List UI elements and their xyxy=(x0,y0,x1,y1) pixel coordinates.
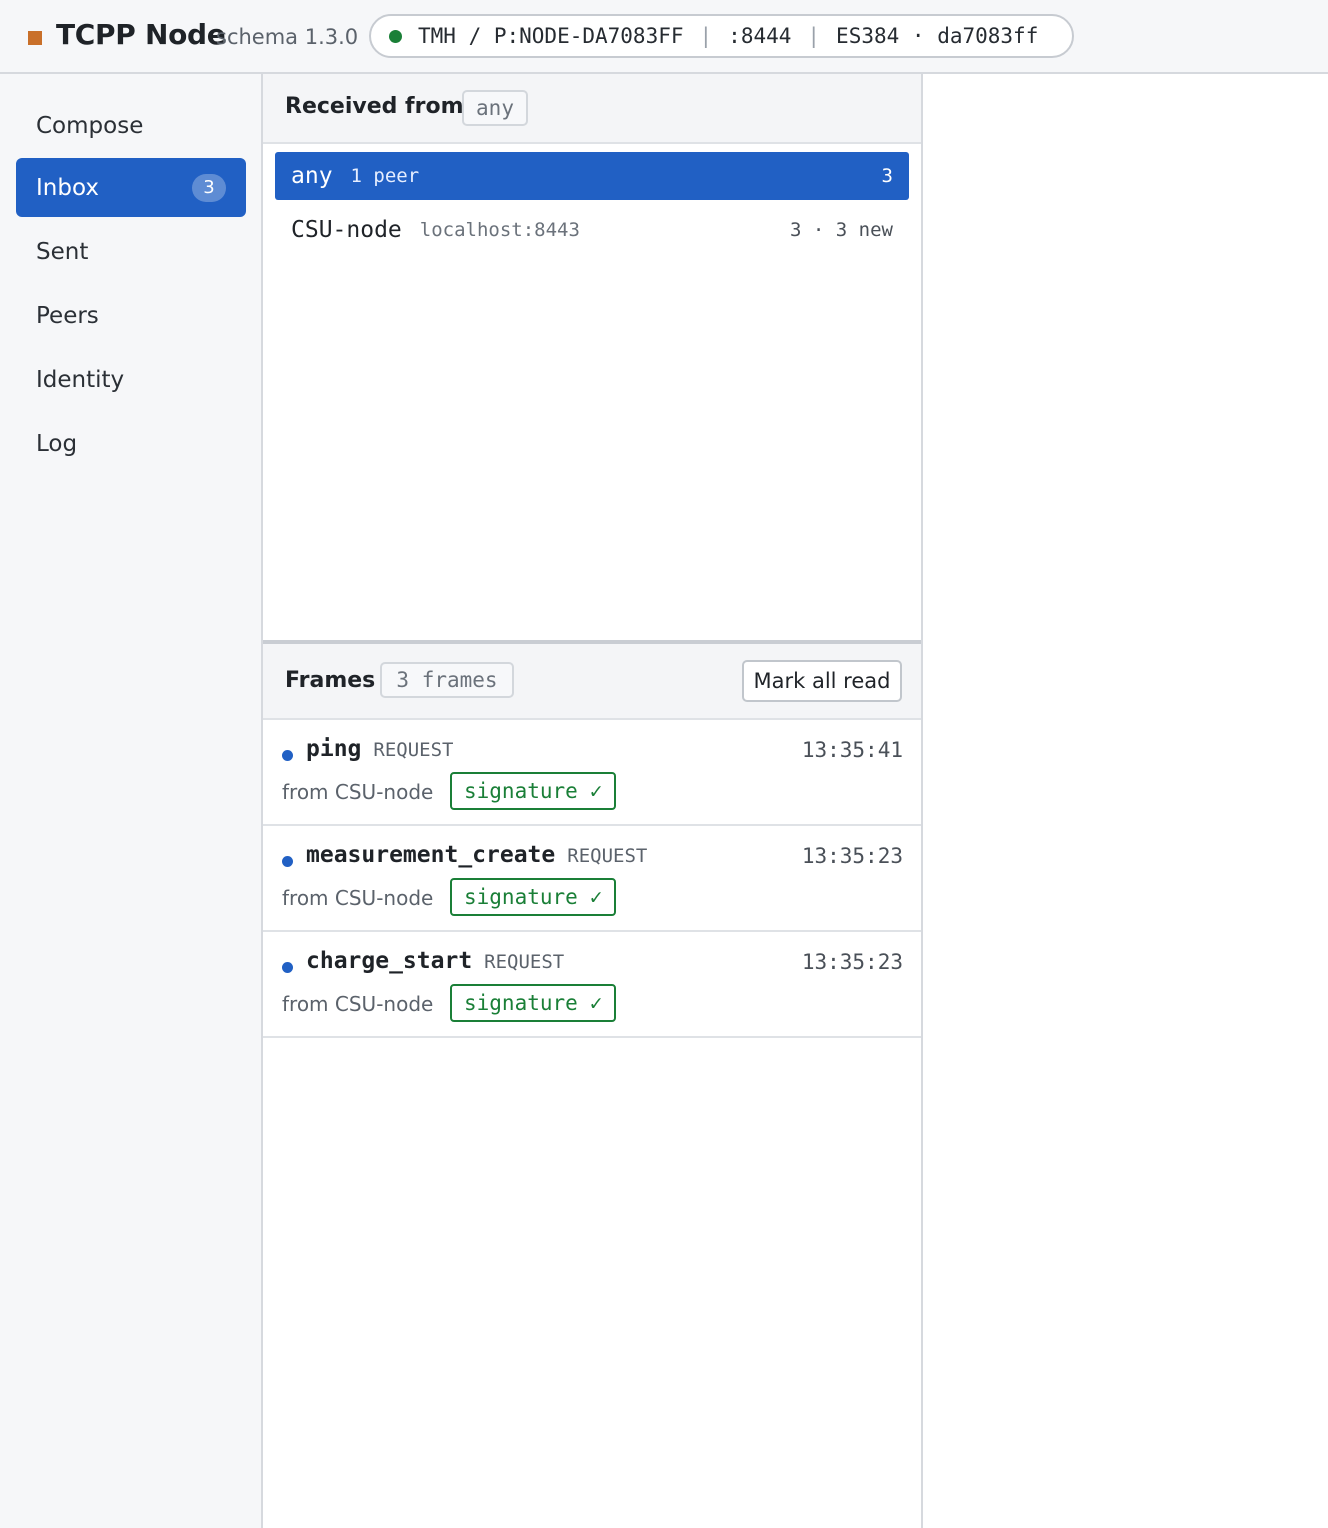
signature-label: signature xyxy=(464,991,578,1015)
schema-version: schema 1.3.0 xyxy=(216,25,359,49)
frame-time: 13:35:23 xyxy=(801,844,903,868)
node-port: :8444 xyxy=(728,24,792,48)
frame-name: charge_start xyxy=(306,948,473,974)
frame-row[interactable]: ping REQUEST 13:35:41 from CSU-node signa… xyxy=(263,720,921,826)
frame-kind: REQUEST xyxy=(484,951,565,973)
sidebar-item-label: Sent xyxy=(36,238,89,265)
signature-valid-badge: signature ✓ xyxy=(450,772,617,810)
unread-dot-icon xyxy=(282,962,293,973)
signature-label: signature xyxy=(464,885,578,909)
sidebar-item-sent[interactable]: Sent xyxy=(16,222,246,281)
sidebar-item-label: Identity xyxy=(36,366,125,393)
peer-filter-chip[interactable]: any xyxy=(462,90,528,126)
frame-sender: from CSU-node xyxy=(282,780,434,804)
pill-separator: | xyxy=(699,24,713,48)
frame-kind: REQUEST xyxy=(567,845,648,867)
frame-sender: from CSU-node xyxy=(282,992,434,1016)
frame-name-line: ping REQUEST xyxy=(306,736,453,762)
received-from-title: Received from xyxy=(285,94,464,119)
peer-count: 3 · 3 new xyxy=(790,219,893,241)
frame-sender: from CSU-node xyxy=(282,886,434,910)
inbox-panel: Received from any any 1 peer 3 CSU-node … xyxy=(263,74,923,1528)
node-id: TMH / P:NODE-DA7083FF xyxy=(418,24,684,48)
check-icon: ✓ xyxy=(589,991,603,1015)
sidebar-item-label: Compose xyxy=(36,112,144,139)
inbox-count-badge: 3 xyxy=(192,174,226,202)
peer-row-csu-node[interactable]: CSU-node localhost:8443 3 · 3 new xyxy=(275,206,909,254)
app-header: TCPP Node schema 1.3.0 TMH / P:NODE-DA70… xyxy=(0,0,1328,74)
peer-subtitle: localhost:8443 xyxy=(419,219,580,241)
peer-name: CSU-node xyxy=(291,217,402,243)
frames-header: Frames 3 frames Mark all read xyxy=(263,644,921,720)
frame-row[interactable]: charge_start REQUEST 13:35:23 from CSU-no… xyxy=(263,932,921,1038)
frame-name-line: measurement_create REQUEST xyxy=(306,842,647,868)
node-key: ES384 · da7083ff xyxy=(836,24,1039,48)
sidebar: Compose Inbox 3 Sent Peers Identity Log xyxy=(0,74,263,1528)
peer-row-any[interactable]: any 1 peer 3 xyxy=(275,152,909,200)
frames-title: Frames xyxy=(285,668,376,693)
node-identity-pill: TMH / P:NODE-DA7083FF | :8444 | ES384 · … xyxy=(369,14,1074,58)
frame-name: measurement_create xyxy=(306,842,556,868)
check-icon: ✓ xyxy=(589,885,603,909)
unread-dot-icon xyxy=(282,856,293,867)
frame-kind: REQUEST xyxy=(373,739,454,761)
frame-row[interactable]: measurement_create REQUEST 13:35:23 from … xyxy=(263,826,921,932)
frame-detail-pane xyxy=(923,74,1328,1528)
sidebar-item-label: Inbox xyxy=(36,174,99,201)
pill-separator: | xyxy=(807,24,821,48)
peer-subtitle: 1 peer xyxy=(350,165,420,187)
frame-name-line: charge_start REQUEST xyxy=(306,948,564,974)
signature-valid-badge: signature ✓ xyxy=(450,878,617,916)
peer-count: 3 xyxy=(881,165,893,187)
signature-valid-badge: signature ✓ xyxy=(450,984,617,1022)
sidebar-item-label: Log xyxy=(36,430,78,457)
frame-name: ping xyxy=(306,736,362,762)
peer-name: any xyxy=(291,163,333,189)
sidebar-item-label: Peers xyxy=(36,302,99,329)
mark-all-read-button[interactable]: Mark all read xyxy=(742,660,902,702)
sidebar-item-compose[interactable]: Compose xyxy=(16,96,246,155)
sidebar-item-peers[interactable]: Peers xyxy=(16,286,246,345)
unread-dot-icon xyxy=(282,750,293,761)
frames-count-chip: 3 frames xyxy=(380,662,514,698)
brand-logo-icon xyxy=(28,31,42,45)
frame-time: 13:35:23 xyxy=(801,950,903,974)
signature-label: signature xyxy=(464,779,578,803)
check-icon: ✓ xyxy=(589,779,603,803)
sidebar-item-inbox[interactable]: Inbox 3 xyxy=(16,158,246,217)
frame-time: 13:35:41 xyxy=(801,738,903,762)
sidebar-item-identity[interactable]: Identity xyxy=(16,350,246,409)
app-name: TCPP Node xyxy=(56,18,226,51)
sidebar-item-log[interactable]: Log xyxy=(16,414,246,473)
online-status-icon xyxy=(389,29,402,43)
peer-list: any 1 peer 3 CSU-node localhost:8443 3 ·… xyxy=(263,144,921,640)
received-from-header: Received from any xyxy=(263,74,921,144)
